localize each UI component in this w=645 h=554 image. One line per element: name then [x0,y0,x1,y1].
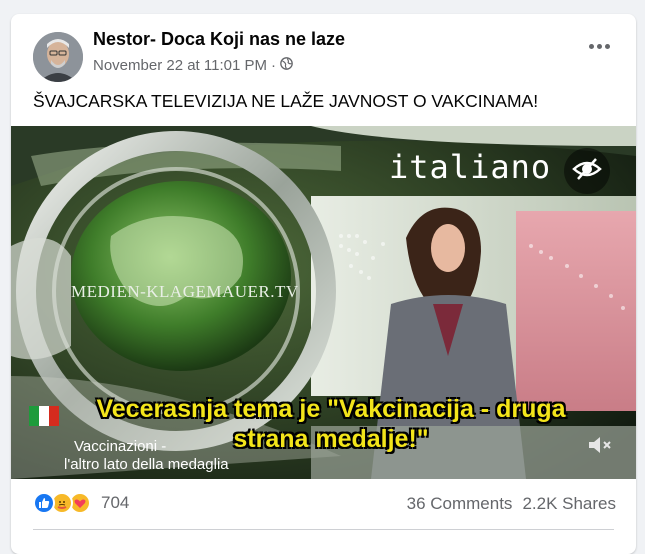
reactions-summary[interactable]: 704 [33,492,129,514]
comments-count[interactable]: 36 Comments [407,494,513,514]
avatar[interactable] [33,32,83,82]
eye-slash-icon [572,157,602,186]
post-timestamp[interactable]: November 22 at 11:01 PM [93,57,267,74]
like-icon [33,492,55,514]
reaction-count: 704 [101,493,130,512]
channel-logo: MEDIEN-KLAGEMAUER.TV [71,282,299,301]
italian-subtitle-line-1: Vaccinazioni - [74,438,167,455]
post-text: ŠVAJCARSKA TELEVIZIJA NE LAŽE JAVNOST O … [33,91,539,111]
video-player[interactable]: MEDIEN-KLAGEMAUER.TV italiano Vecerasnja… [11,126,636,479]
engagement-stats: 36 Comments 2.2K Shares [407,494,616,514]
speaker-muted-icon [587,434,613,461]
author-name[interactable]: Nestor- Doca Koji nas ne laze [93,29,345,50]
meta-separator: · [270,57,276,74]
globe-icon[interactable] [280,57,293,74]
hide-video-button[interactable] [564,148,610,194]
post-card: Nestor- Doca Koji nas ne laze November 2… [11,14,636,554]
post-meta: November 22 at 11:01 PM · [93,57,293,74]
language-label: italiano [389,148,552,186]
caption-line-1: Vecerasnja tema je "Vakcinacija - druga [96,395,566,423]
more-options-button[interactable] [584,36,614,56]
divider [33,529,614,530]
mute-button[interactable] [583,430,617,464]
italian-subtitle: Vaccinazioni - l'altro lato della medagl… [64,438,229,474]
italian-subtitle-line-2: l'altro lato della medaglia [64,456,229,473]
shares-count[interactable]: 2.2K Shares [522,494,616,514]
